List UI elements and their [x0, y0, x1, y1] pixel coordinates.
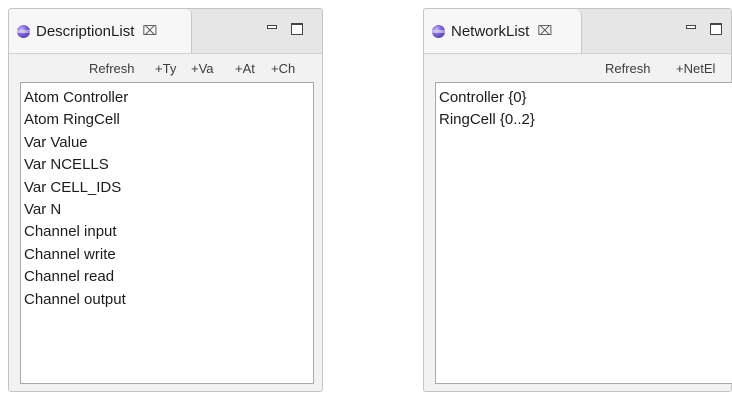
network-list[interactable]: Controller {0} RingCell {0..2} [435, 82, 732, 384]
maximize-icon[interactable] [291, 23, 303, 35]
list-item[interactable]: Var NCELLS [21, 154, 313, 176]
list-item[interactable]: RingCell {0..2} [436, 109, 732, 131]
refresh-button[interactable]: Refresh [605, 61, 651, 76]
minimize-icon[interactable] [686, 25, 696, 29]
list-item[interactable]: Var N [21, 199, 313, 221]
minimize-icon[interactable] [267, 25, 277, 29]
close-icon[interactable]: ⌧ [537, 23, 552, 39]
refresh-button[interactable]: Refresh [89, 61, 135, 76]
tab-description-list[interactable]: DescriptionList ⌧ [9, 9, 192, 53]
tab-label: NetworkList [451, 22, 530, 40]
add-channel-button[interactable]: +Ch [271, 61, 295, 76]
add-var-button[interactable]: +Va [191, 61, 214, 76]
network-list-view: NetworkList ⌧ Refresh +NetEl Controller … [423, 8, 732, 392]
network-list-toolbar: Refresh +NetEl [424, 61, 731, 81]
list-item[interactable]: Channel input [21, 221, 313, 243]
add-type-button[interactable]: +Ty [155, 61, 176, 76]
list-item[interactable]: Atom Controller [21, 87, 313, 109]
list-item[interactable]: Channel output [21, 289, 313, 311]
list-item[interactable]: Var CELL_IDS [21, 177, 313, 199]
list-item[interactable]: Channel write [21, 244, 313, 266]
add-atom-button[interactable]: +At [235, 61, 255, 76]
network-list-tabbar: NetworkList ⌧ [424, 9, 731, 54]
purple-sphere-icon [432, 24, 445, 38]
description-list-tabbar: DescriptionList ⌧ [9, 9, 322, 54]
add-network-element-button[interactable]: +NetEl [676, 61, 715, 76]
maximize-icon[interactable] [710, 23, 722, 35]
description-list-view: DescriptionList ⌧ Refresh +Ty +Va +At +C… [8, 8, 323, 392]
description-list[interactable]: Atom Controller Atom RingCell Var Value … [20, 82, 314, 384]
list-item[interactable]: Atom RingCell [21, 109, 313, 131]
tab-label: DescriptionList [36, 22, 135, 40]
list-item[interactable]: Channel read [21, 266, 313, 288]
description-list-toolbar: Refresh +Ty +Va +At +Ch [9, 61, 322, 81]
tab-network-list[interactable]: NetworkList ⌧ [424, 9, 582, 53]
list-item[interactable]: Var Value [21, 132, 313, 154]
list-item[interactable]: Controller {0} [436, 87, 732, 109]
close-icon[interactable]: ⌧ [142, 23, 157, 39]
purple-sphere-icon [17, 24, 30, 38]
